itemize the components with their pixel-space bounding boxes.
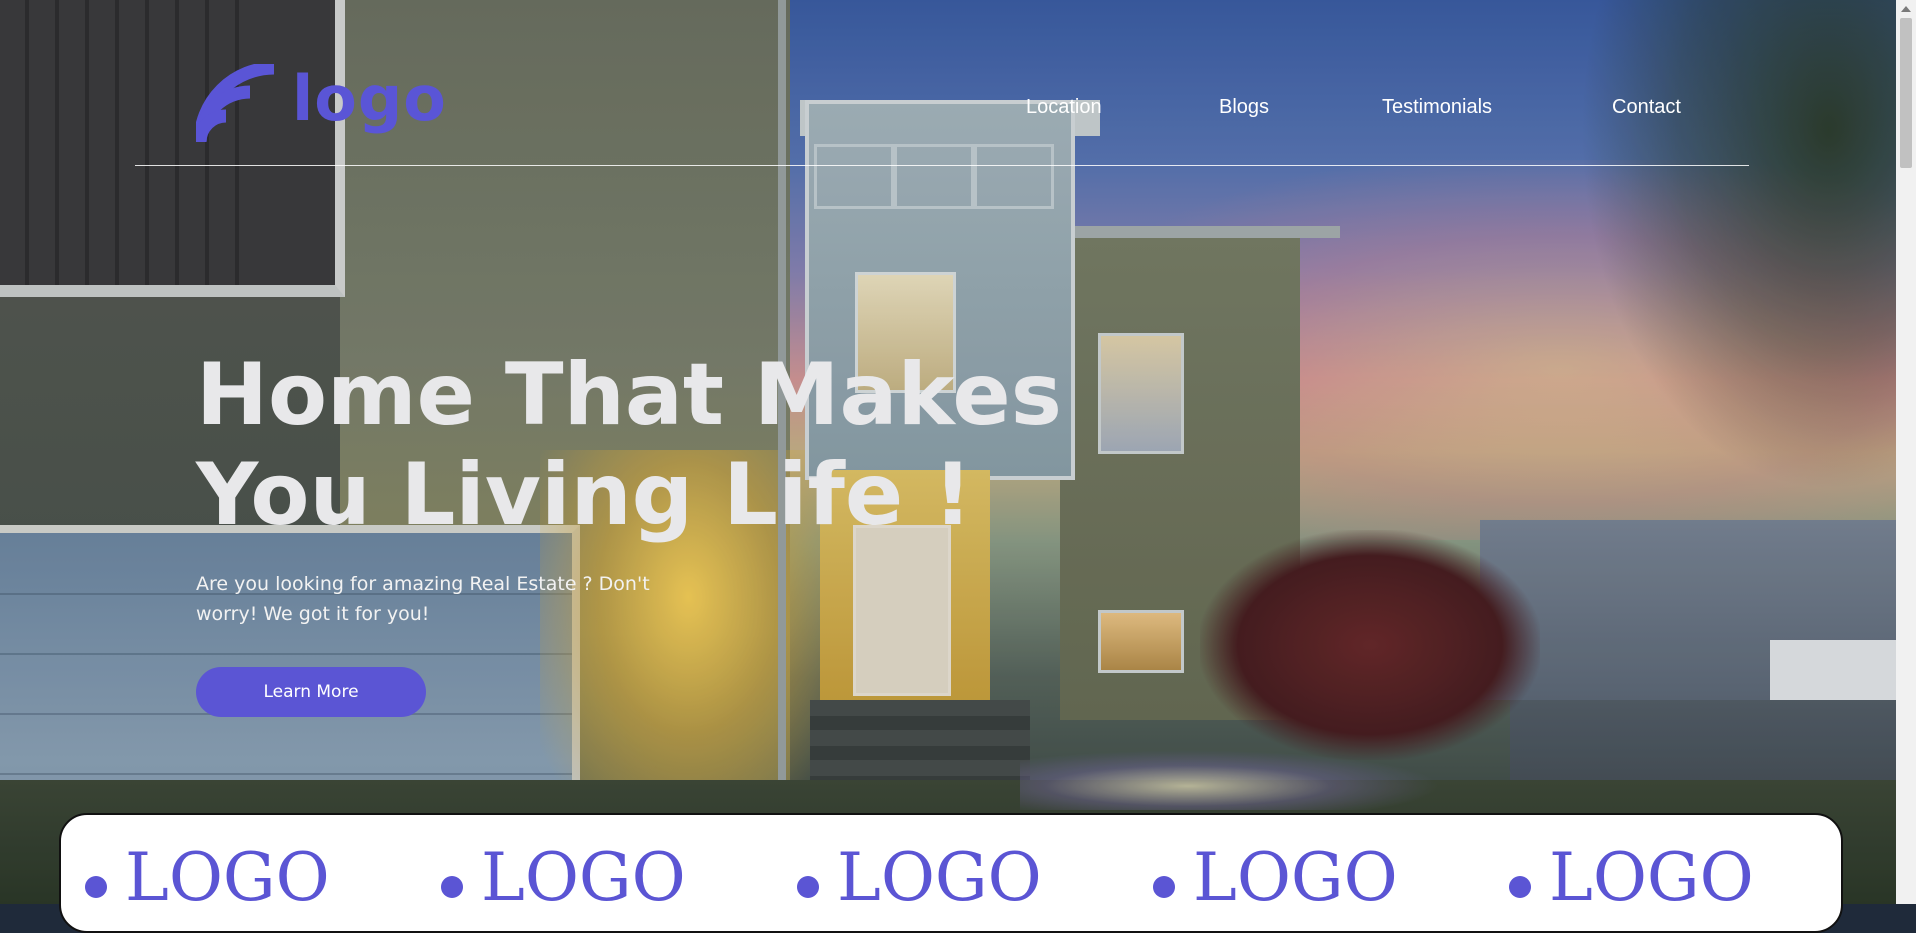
hero-subtext: Are you looking for amazing Real Estate … (196, 573, 650, 625)
bullet-dot-icon (797, 876, 819, 898)
partner-logo[interactable]: LOGO (1153, 845, 1398, 911)
nav-testimonials[interactable]: Testimonials (1382, 96, 1492, 119)
headline-line-1: Home That Makes (196, 345, 1062, 445)
main-nav: Location Blogs Testimonials Contact (0, 96, 1896, 126)
scrollbar-thumb[interactable] (1900, 18, 1912, 168)
bullet-dot-icon (1153, 876, 1175, 898)
bullet-dot-icon (441, 876, 463, 898)
bullet-dot-icon (1509, 876, 1531, 898)
vertical-scrollbar[interactable] (1896, 0, 1916, 904)
learn-more-button[interactable]: Learn More (196, 667, 426, 717)
partner-logo-text: LOGO (1549, 839, 1754, 916)
nav-location[interactable]: Location (1026, 96, 1102, 119)
nav-contact[interactable]: Contact (1612, 96, 1681, 119)
partner-logo-text: LOGO (837, 839, 1042, 916)
headline-line-2: You Living Life ! (196, 445, 973, 545)
bullet-dot-icon (85, 876, 107, 898)
nav-blogs[interactable]: Blogs (1219, 96, 1269, 119)
partner-logo-text: LOGO (1193, 839, 1398, 916)
scroll-up-arrow-icon[interactable] (1896, 0, 1916, 18)
partner-logo[interactable]: LOGO (1509, 845, 1754, 911)
partner-logo[interactable]: LOGO (441, 845, 686, 911)
header-divider (135, 165, 1749, 166)
partner-logo[interactable]: LOGO (85, 845, 330, 911)
partner-logos-band: LOGO LOGO LOGO LOGO LOGO (59, 813, 1843, 933)
partner-logo[interactable]: LOGO (797, 845, 1042, 911)
hero-headline: Home That Makes You Living Life ! (196, 345, 1076, 545)
partner-logo-text: LOGO (125, 839, 330, 916)
partner-logo-text: LOGO (481, 839, 686, 916)
